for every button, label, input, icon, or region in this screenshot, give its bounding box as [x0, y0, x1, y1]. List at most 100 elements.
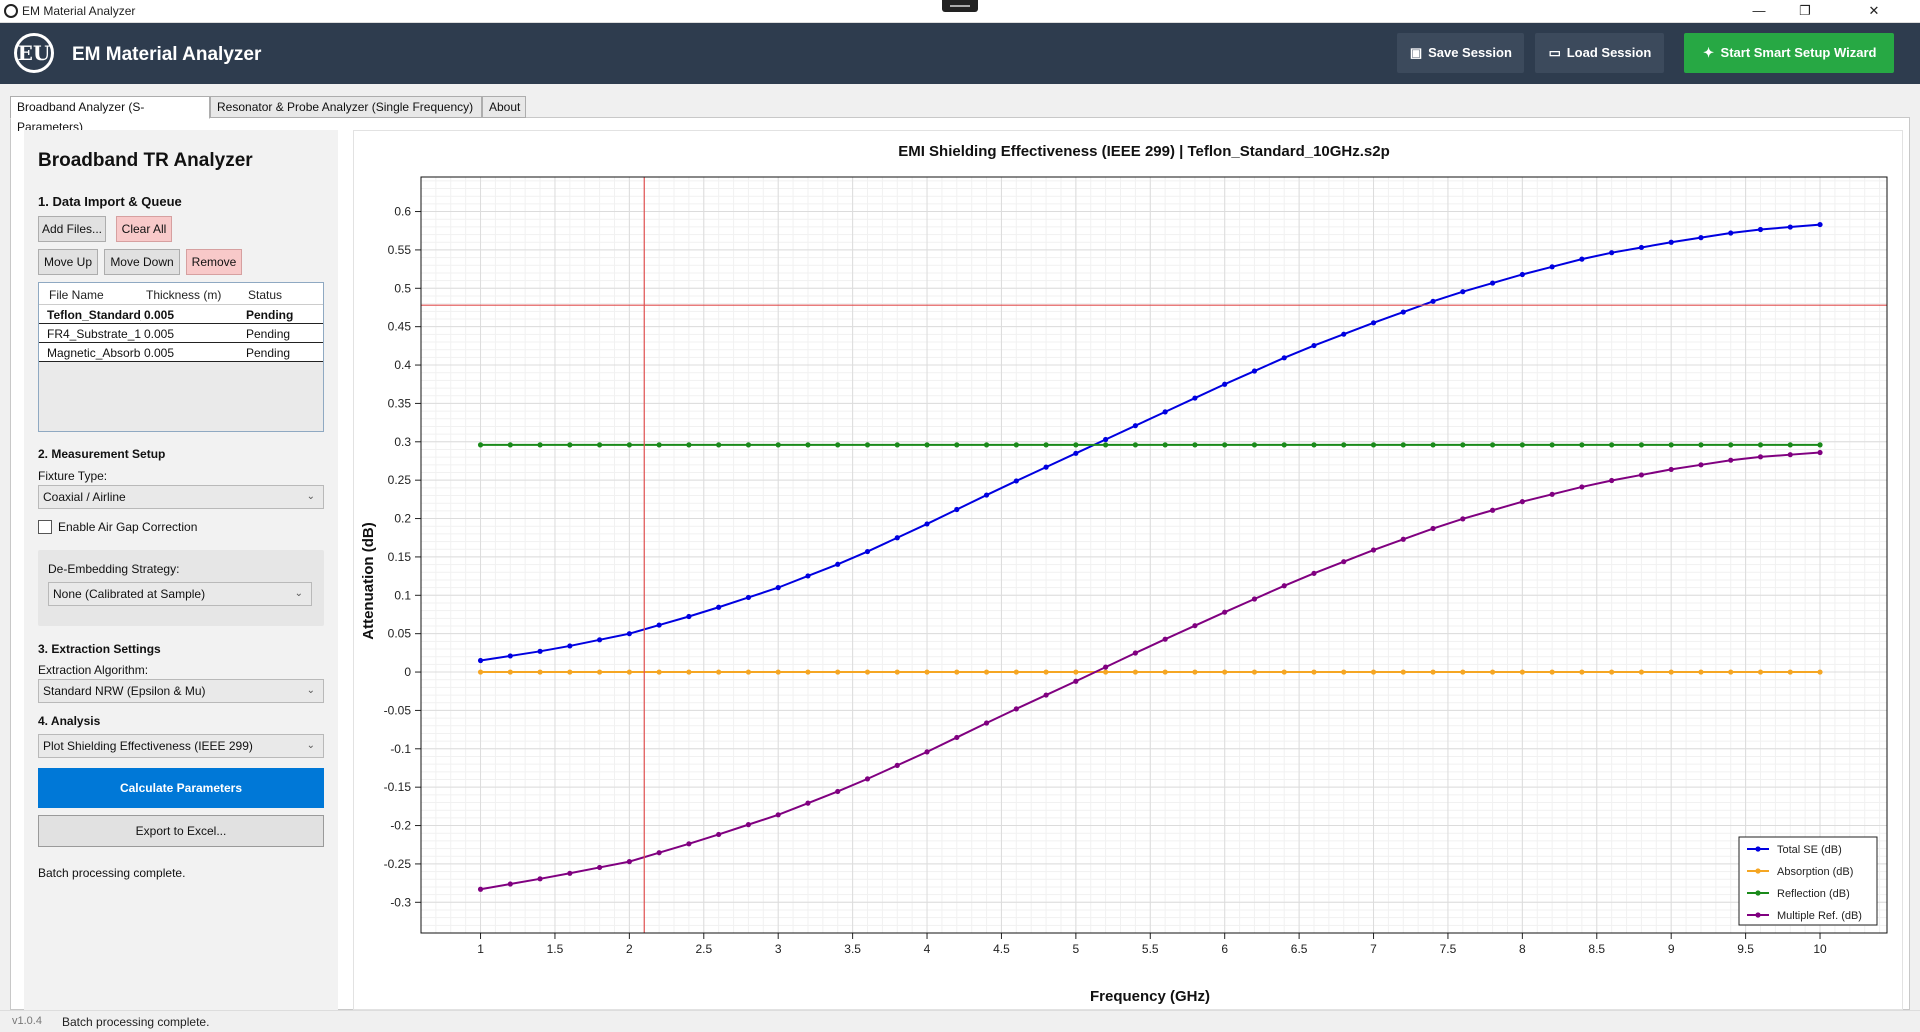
export-excel-button[interactable]: Export to Excel...	[38, 815, 324, 847]
data-point	[507, 669, 513, 675]
file-queue-table[interactable]: File Name Thickness (m) Status Teflon_St…	[38, 282, 324, 432]
data-point	[1341, 331, 1347, 337]
data-point	[1430, 669, 1436, 675]
data-point	[1668, 239, 1674, 245]
data-point	[1609, 442, 1615, 448]
tab-resonator-probe-analyzer[interactable]: Resonator & Probe Analyzer (Single Frequ…	[210, 96, 482, 118]
snap-grip-handle[interactable]	[942, 0, 978, 12]
data-point	[745, 669, 752, 675]
calculate-parameters-button[interactable]: Calculate Parameters	[38, 768, 324, 808]
data-point	[1817, 442, 1823, 448]
load-session-button[interactable]: ▭ Load Session	[1535, 33, 1664, 73]
data-point	[894, 442, 900, 448]
data-point	[1103, 436, 1109, 443]
crosshair-cursor[interactable]	[421, 177, 1887, 933]
legend-entry[interactable]: Total SE (dB)	[1777, 844, 1842, 856]
data-point	[1638, 244, 1645, 251]
tab-about[interactable]: About	[482, 96, 526, 118]
data-point	[1073, 450, 1079, 456]
folder-open-icon: ▭	[1548, 45, 1561, 60]
tab-broadband-analyzer[interactable]: Broadband Analyzer (S-Parameters)	[10, 96, 210, 134]
app-title: EM Material Analyzer	[72, 44, 262, 65]
close-button[interactable]: ✕	[1828, 0, 1920, 23]
data-point	[686, 669, 692, 675]
column-header[interactable]: Status	[248, 288, 282, 302]
cell-thickness: 0.005	[144, 327, 175, 341]
de-embedding-value: None (Calibrated at Sample)	[53, 587, 206, 601]
data-point	[1757, 669, 1764, 675]
y-tick-label: -0.2	[390, 819, 411, 833]
data-point	[1549, 442, 1555, 448]
move-down-button[interactable]: Move Down	[104, 249, 180, 275]
minimize-button[interactable]: —	[1736, 0, 1782, 23]
data-point	[1162, 669, 1168, 675]
data-point	[1430, 298, 1436, 304]
legend-entry[interactable]: Absorption (dB)	[1777, 866, 1853, 878]
data-point	[1579, 484, 1585, 490]
version-label: v1.0.4	[12, 1015, 42, 1027]
legend-entry[interactable]: Multiple Ref. (dB)	[1777, 910, 1862, 922]
data-point	[1430, 442, 1436, 448]
data-point	[1579, 256, 1585, 262]
data-point	[596, 864, 603, 871]
table-row[interactable]: Teflon_Standard_ 0.005 Pending	[39, 305, 323, 324]
left-control-panel: Broadband TR Analyzer 1. Data Import & Q…	[24, 130, 338, 1010]
table-row[interactable]: Magnetic_Absorb 0.005 Pending	[39, 343, 323, 362]
data-point	[1251, 368, 1258, 374]
legend-entry[interactable]: Reflection (dB)	[1777, 888, 1850, 900]
fixture-type-select[interactable]: Coaxial / Airline ⌄	[38, 485, 324, 509]
data-point	[1519, 669, 1525, 675]
chart-legend[interactable]: Total SE (dB) Absorption (dB) Reflection (…	[1738, 836, 1878, 926]
analysis-select[interactable]: Plot Shielding Effectiveness (IEEE 299) …	[38, 734, 324, 758]
y-tick-label: -0.25	[384, 857, 412, 871]
extraction-algorithm-select[interactable]: Standard NRW (Epsilon & Mu) ⌄	[38, 679, 324, 703]
data-point	[1698, 462, 1704, 468]
data-point	[1251, 442, 1258, 448]
data-point	[1043, 464, 1049, 470]
data-point	[1549, 264, 1555, 270]
table-row[interactable]: FR4_Substrate_1C 0.005 Pending	[39, 324, 323, 343]
data-point	[1132, 442, 1138, 448]
data-point	[864, 776, 871, 782]
air-gap-checkbox[interactable]	[38, 520, 52, 534]
analysis-value: Plot Shielding Effectiveness (IEEE 299)	[43, 739, 253, 753]
plot-area-border	[420, 176, 1888, 934]
data-point	[1103, 442, 1109, 448]
chart-panel[interactable]: EMI Shielding Effectiveness (IEEE 299) |…	[353, 130, 1903, 1010]
maximize-button[interactable]: ❐	[1782, 0, 1828, 23]
de-embedding-select[interactable]: None (Calibrated at Sample) ⌄	[48, 582, 312, 606]
data-point	[1430, 525, 1436, 532]
data-point	[1400, 536, 1406, 542]
data-point	[1192, 442, 1198, 448]
data-point	[1638, 472, 1645, 478]
fixture-type-label: Fixture Type:	[38, 469, 108, 483]
data-point	[775, 812, 781, 818]
data-point	[1489, 280, 1496, 286]
shielding-effectiveness-chart[interactable]: EMI Shielding Effectiveness (IEEE 299) |…	[354, 131, 1904, 1011]
data-point	[1400, 309, 1406, 315]
data-point	[1489, 669, 1496, 675]
data-point	[1728, 230, 1734, 236]
column-header[interactable]: File Name	[49, 288, 104, 302]
column-header[interactable]: Thickness (m)	[146, 288, 221, 302]
cell-thickness: 0.005	[144, 346, 175, 360]
data-point	[537, 669, 543, 675]
data-point	[835, 442, 841, 448]
data-point	[507, 653, 513, 659]
y-tick-label: 0.1	[394, 588, 411, 602]
add-files-button[interactable]: Add Files...	[38, 216, 106, 242]
data-point	[1311, 342, 1317, 349]
data-point	[1013, 669, 1019, 675]
data-point	[1192, 669, 1198, 675]
remove-button[interactable]: Remove	[186, 249, 242, 275]
move-up-button[interactable]: Move Up	[38, 249, 98, 275]
clear-all-button[interactable]: Clear All	[116, 216, 172, 242]
x-tick-label: 7.5	[1440, 942, 1457, 956]
x-tick-label: 7	[1370, 942, 1377, 956]
data-point	[894, 669, 900, 675]
data-point	[1698, 669, 1704, 675]
save-session-button[interactable]: ▣ Save Session	[1397, 33, 1524, 73]
data-point	[1549, 669, 1555, 675]
data-point	[1609, 250, 1615, 256]
start-wizard-button[interactable]: ✦ Start Smart Setup Wizard	[1684, 33, 1894, 73]
